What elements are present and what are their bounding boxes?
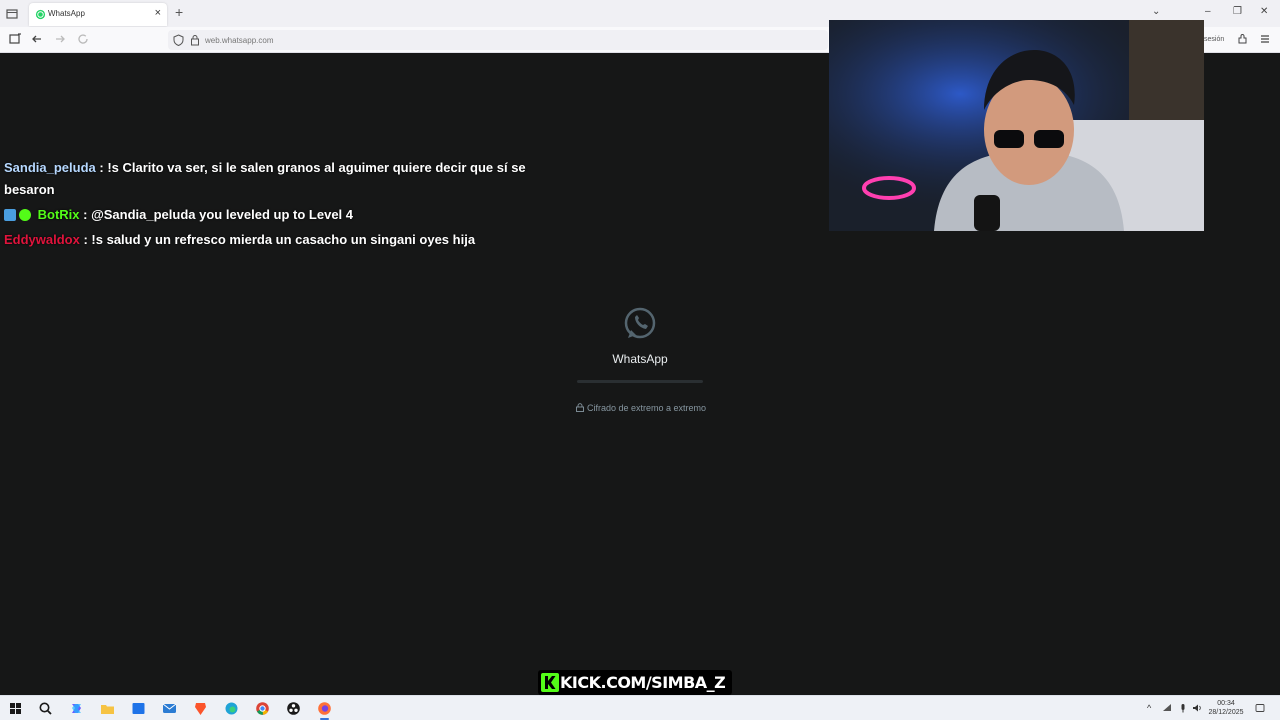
obs-icon[interactable] xyxy=(286,701,301,716)
clock[interactable]: 00:34 28/12/2025 xyxy=(1201,699,1251,717)
app-menu-icon[interactable] xyxy=(1259,33,1271,45)
sidebar-toggle-icon[interactable] xyxy=(8,32,22,46)
browser-tab-whatsapp[interactable]: WhatsApp × xyxy=(29,3,167,26)
streamer-webcam xyxy=(829,20,1204,231)
forward-icon[interactable] xyxy=(53,32,67,46)
brave-icon[interactable] xyxy=(193,701,208,716)
tray-overflow-chevron-icon[interactable]: ^ xyxy=(1147,703,1157,713)
kick-watermark: KICK.COM/SIMBA_Z xyxy=(538,670,732,695)
restore-icon[interactable]: ❐ xyxy=(1233,6,1242,18)
whatsapp-app-name: WhatsApp xyxy=(612,352,668,366)
chat-message: Sandia_peluda : !s Clarito va ser, si le… xyxy=(4,157,534,201)
chat-username: Sandia_peluda xyxy=(4,160,96,175)
tracking-protection-shield-icon[interactable] xyxy=(173,34,184,46)
bot-badge-icon xyxy=(4,209,16,221)
notification-center-icon[interactable] xyxy=(1255,703,1265,713)
url-bar[interactable]: web.whatsapp.com xyxy=(168,30,828,50)
whatsapp-logo-icon xyxy=(624,307,656,339)
new-tab-icon[interactable]: + xyxy=(175,5,183,19)
encryption-lock-icon xyxy=(576,403,584,412)
kick-logo-icon xyxy=(541,673,559,692)
close-window-icon[interactable]: ✕ xyxy=(1260,6,1268,18)
extensions-icon[interactable] xyxy=(1237,33,1249,45)
minimize-icon[interactable]: – xyxy=(1205,6,1211,18)
chat-username: Eddywaldox xyxy=(4,232,80,247)
tab-list-icon[interactable] xyxy=(5,7,19,21)
verified-badge-icon xyxy=(19,209,31,221)
windows-taskbar: ^ 00:34 28/12/2025 xyxy=(0,695,1280,720)
clock-time: 00:34 xyxy=(1217,700,1235,707)
firefox-icon[interactable] xyxy=(317,701,332,716)
whatsapp-favicon-icon xyxy=(35,9,46,20)
kick-channel-url: KICK.COM/SIMBA_Z xyxy=(560,673,726,692)
start-icon[interactable] xyxy=(8,701,23,716)
chat-username: BotRix xyxy=(37,207,80,222)
tab-overflow-chevron-icon[interactable]: ⌄ xyxy=(1152,6,1160,18)
back-icon[interactable] xyxy=(30,32,44,46)
outlook-icon[interactable] xyxy=(162,701,177,716)
copilot-icon[interactable] xyxy=(69,701,84,716)
file-explorer-icon[interactable] xyxy=(100,701,115,716)
store-icon[interactable] xyxy=(131,701,146,716)
chrome-icon[interactable] xyxy=(255,701,270,716)
url-text[interactable]: web.whatsapp.com xyxy=(205,36,273,45)
wifi-icon[interactable] xyxy=(1162,703,1172,713)
reload-icon[interactable] xyxy=(76,32,90,46)
clock-date: 28/12/2025 xyxy=(1208,709,1244,716)
chat-text: : @Sandia_peluda you leveled up to Level… xyxy=(83,207,353,222)
chat-message: Eddywaldox : !s salud y un refresco mier… xyxy=(4,229,534,251)
edge-icon[interactable] xyxy=(224,701,239,716)
microphone-icon[interactable] xyxy=(1178,703,1188,713)
chat-text: : !s salud y un refresco mierda un casac… xyxy=(83,232,476,247)
account-session-label[interactable]: sesión xyxy=(1204,36,1224,43)
tab-title: WhatsApp xyxy=(48,9,85,18)
loading-progress-bar xyxy=(577,380,703,383)
stream-chat-overlay: Sandia_peluda : !s Clarito va ser, si le… xyxy=(4,157,534,251)
tab-close-icon[interactable]: × xyxy=(155,7,161,19)
encryption-notice: Cifrado de extremo a extremo xyxy=(576,403,706,413)
encryption-text: Cifrado de extremo a extremo xyxy=(587,403,707,413)
chat-message: BotRix : @Sandia_peluda you leveled up t… xyxy=(4,204,534,226)
lock-icon[interactable] xyxy=(190,34,200,46)
search-icon[interactable] xyxy=(38,701,53,716)
webcam-feed-image xyxy=(829,20,1204,231)
